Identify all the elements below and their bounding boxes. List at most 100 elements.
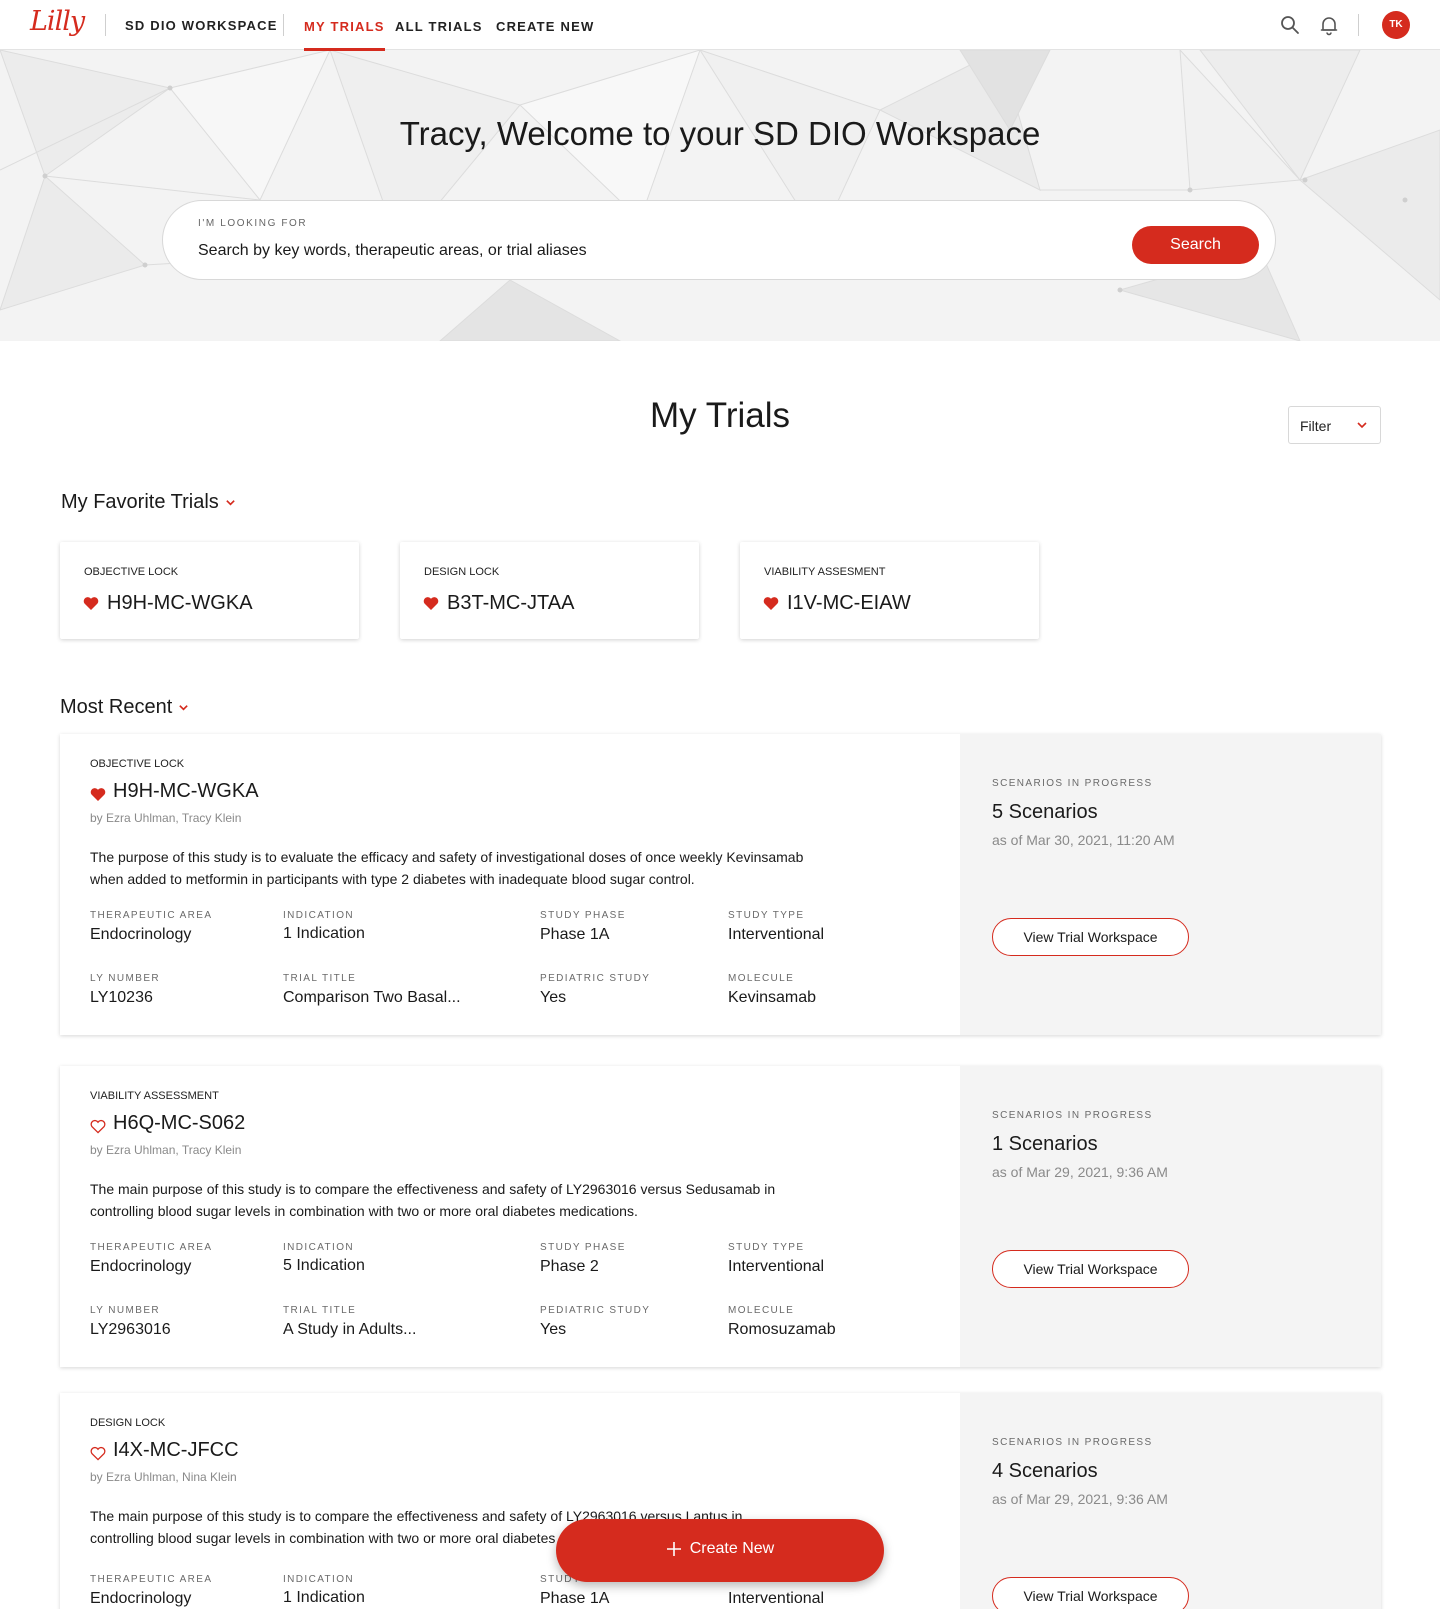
lilly-logo[interactable]: Lilly <box>30 6 85 37</box>
scenarios-timestamp: as of Mar 30, 2021, 11:20 AM <box>992 832 1175 848</box>
trial-id[interactable]: I4X-MC-JFCC <box>113 1439 239 1462</box>
molecule-label: MOLECULE <box>728 1305 795 1316</box>
create-new-content: Create New <box>666 1540 774 1558</box>
top-navigation: Lilly SD DIO WORKSPACE MY TRIALS ALL TRI… <box>0 0 1440 51</box>
therapeutic-area-value: Endocrinology <box>90 1590 192 1607</box>
trial-card: OBJECTIVE LOCK H9H-MC-WGKA by Ezra Uhlma… <box>60 734 1381 1035</box>
pediatric-study-value: Yes <box>540 1321 567 1338</box>
trial-status: DESIGN LOCK <box>90 1417 166 1429</box>
therapeutic-area-label: THERAPEUTIC AREA <box>90 910 213 921</box>
trial-authors: by Ezra Uhlman, Tracy Klein <box>90 811 242 825</box>
scenarios-panel: SCENARIOS IN PROGRESS 5 Scenarios as of … <box>960 734 1381 1035</box>
study-phase-value: Phase 1A <box>540 1590 610 1607</box>
recent-heading[interactable]: Most Recent <box>60 696 189 719</box>
trial-id[interactable]: H9H-MC-WGKA <box>113 780 259 803</box>
trial-status: VIABILITY ASSESMENT <box>764 566 886 578</box>
view-trial-workspace-button[interactable]: View Trial Workspace <box>992 918 1189 956</box>
trial-title-value: Comparison Two Basal... <box>283 989 461 1006</box>
workspace-name: SD DIO WORKSPACE <box>125 18 278 33</box>
page-title: My Trials <box>650 396 790 435</box>
favorites-heading[interactable]: My Favorite Trials <box>61 491 236 514</box>
trial-description: The main purpose of this study is to com… <box>90 1178 820 1222</box>
molecule-value: Kevinsamab <box>728 989 817 1006</box>
polygon-background <box>0 50 1440 341</box>
search-button[interactable]: Search <box>1132 226 1259 264</box>
nav-divider <box>105 14 106 36</box>
pediatric-study-label: PEDIATRIC STUDY <box>540 1305 651 1316</box>
trial-title-label: TRIAL TITLE <box>283 1305 357 1316</box>
description-line: The main purpose of this study is to com… <box>90 1181 776 1197</box>
create-new-fab[interactable]: Create New <box>556 1519 884 1582</box>
scenarios-label: SCENARIOS IN PROGRESS <box>992 1110 1153 1121</box>
trial-card: VIABILITY ASSESSMENT H6Q-MC-S062 by Ezra… <box>60 1066 1381 1367</box>
chevron-down-icon <box>226 500 235 506</box>
search-input[interactable] <box>198 239 1078 263</box>
pediatric-study-value: Yes <box>540 989 567 1006</box>
view-trial-workspace-button[interactable]: View Trial Workspace <box>992 1577 1189 1609</box>
favorite-card[interactable]: DESIGN LOCK B3T-MC-JTAA <box>400 542 699 639</box>
heart-filled-icon[interactable] <box>83 596 99 611</box>
therapeutic-area-value: Endocrinology <box>90 926 192 943</box>
nav-link-create-new[interactable]: CREATE NEW <box>496 19 594 34</box>
therapeutic-area-label: THERAPEUTIC AREA <box>90 1574 213 1585</box>
molecule-label: MOLECULE <box>728 973 795 984</box>
indication-value: 1 Indication <box>283 1589 365 1606</box>
favorites-heading-label: My Favorite Trials <box>61 491 219 513</box>
scenarios-timestamp: as of Mar 29, 2021, 9:36 AM <box>992 1491 1168 1507</box>
trial-authors: by Ezra Uhlman, Tracy Klein <box>90 1143 242 1157</box>
scenarios-label: SCENARIOS IN PROGRESS <box>992 1437 1153 1448</box>
heart-outline-icon[interactable] <box>90 1446 106 1461</box>
ly-number-label: LY NUMBER <box>90 973 161 984</box>
heart-filled-icon[interactable] <box>90 787 106 802</box>
scenarios-timestamp: as of Mar 29, 2021, 9:36 AM <box>992 1164 1168 1180</box>
indication-label: INDICATION <box>283 1242 355 1253</box>
therapeutic-area-value: Endocrinology <box>90 1258 192 1275</box>
nav-divider <box>283 14 284 36</box>
search-box: I'M LOOKING FOR Search <box>162 200 1276 280</box>
indication-value: 5 Indication <box>283 1257 365 1274</box>
study-phase-label: STUDY PHASE <box>540 1242 626 1253</box>
trial-id: I1V-MC-EIAW <box>787 592 911 614</box>
filter-label: Filter <box>1300 418 1332 434</box>
ly-number-value: LY10236 <box>90 989 153 1006</box>
bell-icon[interactable] <box>1318 14 1340 36</box>
nav-divider <box>1358 14 1359 36</box>
heart-outline-icon[interactable] <box>90 1119 106 1134</box>
study-phase-value: Phase 1A <box>540 926 610 943</box>
trial-authors: by Ezra Uhlman, Nina Klein <box>90 1470 237 1484</box>
description-line: The purpose of this study is to evaluate… <box>90 849 804 865</box>
description-line: when added to metformin in participants … <box>90 871 695 887</box>
indication-label: INDICATION <box>283 1574 355 1585</box>
study-type-value: Interventional <box>728 926 825 943</box>
search-icon[interactable] <box>1279 14 1301 36</box>
heart-filled-icon[interactable] <box>423 596 439 611</box>
trial-id: H9H-MC-WGKA <box>107 592 253 614</box>
hero-banner: Tracy, Welcome to your SD DIO Workspace … <box>0 50 1440 341</box>
trial-title-label: TRIAL TITLE <box>283 973 357 984</box>
favorite-card[interactable]: VIABILITY ASSESMENT I1V-MC-EIAW <box>740 542 1039 639</box>
trial-status: DESIGN LOCK <box>424 566 500 578</box>
description-line: controlling blood sugar levels in combin… <box>90 1203 638 1219</box>
indication-label: INDICATION <box>283 910 355 921</box>
view-trial-workspace-button[interactable]: View Trial Workspace <box>992 1250 1189 1288</box>
study-phase-label: STUDY PHASE <box>540 910 626 921</box>
filter-dropdown[interactable]: Filter <box>1288 406 1381 444</box>
scenarios-count: 4 Scenarios <box>992 1460 1098 1482</box>
heart-filled-icon[interactable] <box>763 596 779 611</box>
welcome-title: Tracy, Welcome to your SD DIO Workspace <box>399 115 1041 152</box>
trial-status: OBJECTIVE LOCK <box>90 758 185 770</box>
trial-status: VIABILITY ASSESSMENT <box>90 1090 219 1102</box>
molecule-value: Romosuzamab <box>728 1321 836 1338</box>
nav-link-all-trials[interactable]: ALL TRIALS <box>395 19 483 34</box>
pediatric-study-label: PEDIATRIC STUDY <box>540 973 651 984</box>
favorite-card[interactable]: OBJECTIVE LOCK H9H-MC-WGKA <box>60 542 359 639</box>
nav-link-my-trials[interactable]: MY TRIALS <box>304 19 385 51</box>
trial-id[interactable]: H6Q-MC-S062 <box>113 1112 245 1135</box>
user-avatar[interactable]: TK <box>1382 11 1410 39</box>
indication-value: 1 Indication <box>283 925 365 942</box>
trial-title-value: A Study in Adults... <box>283 1321 417 1338</box>
study-phase-value: Phase 2 <box>540 1258 599 1275</box>
study-type-label: STUDY TYPE <box>728 910 805 921</box>
create-new-label: Create New <box>689 1539 775 1557</box>
trial-status: OBJECTIVE LOCK <box>84 566 179 578</box>
